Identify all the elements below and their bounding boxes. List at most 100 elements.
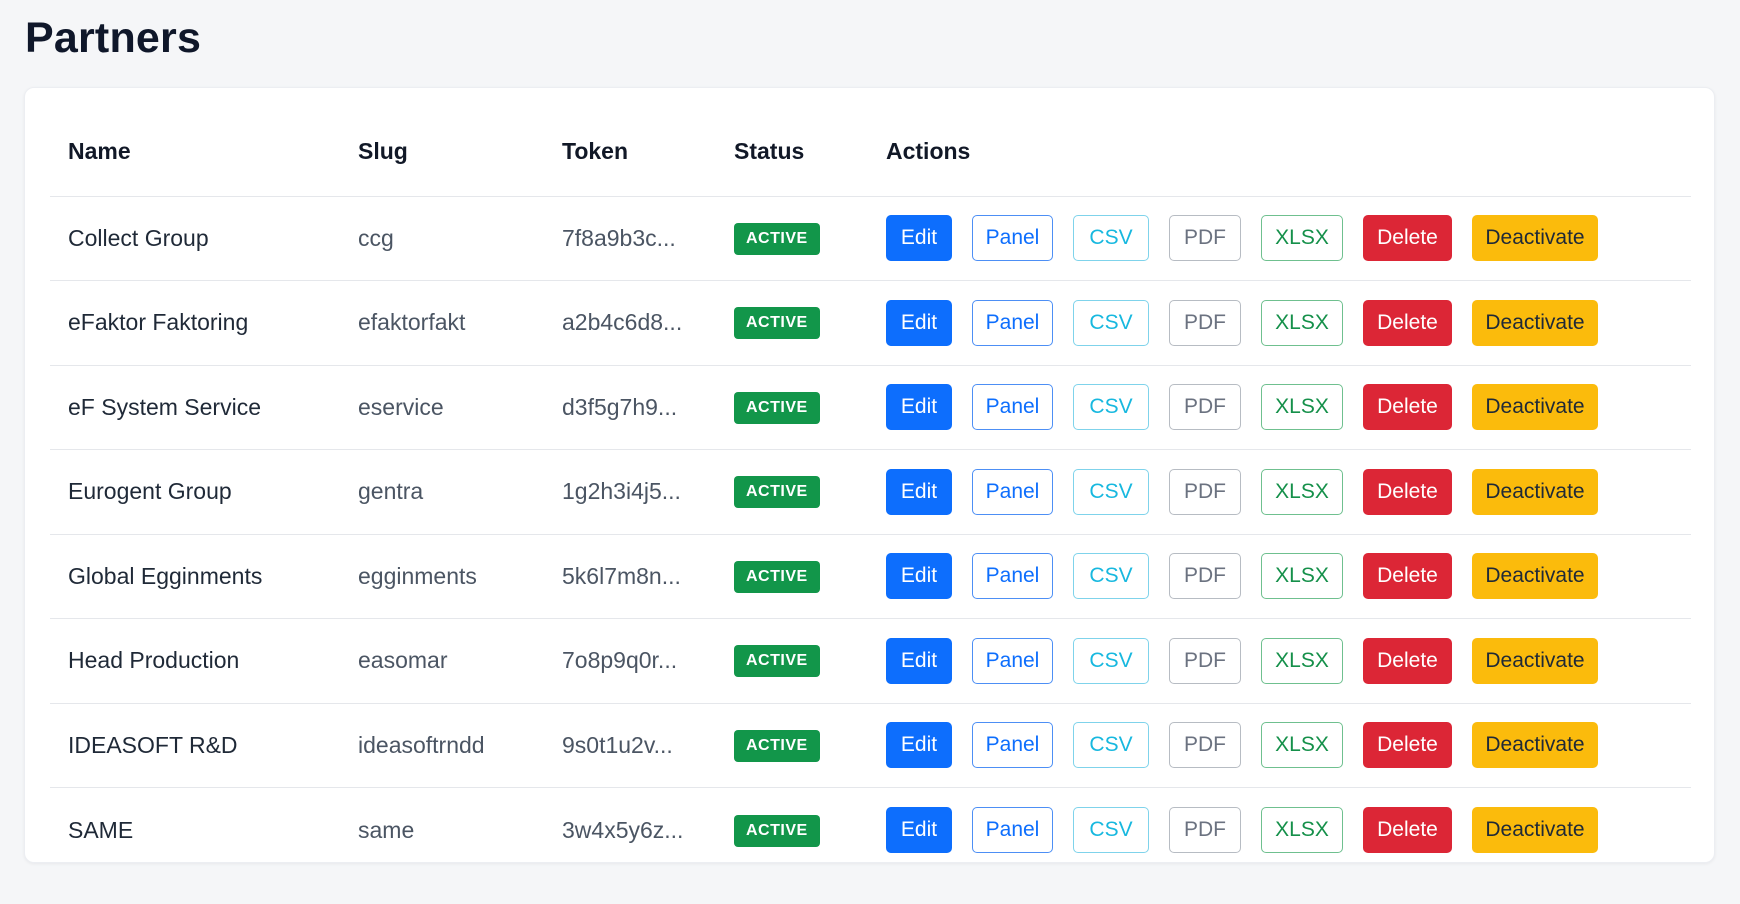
delete-button[interactable]: Delete xyxy=(1363,468,1452,515)
delete-button[interactable]: Delete xyxy=(1363,215,1452,262)
partner-name: SAME xyxy=(68,816,134,843)
delete-button[interactable]: Delete xyxy=(1363,299,1452,346)
partner-actions-cell: Edit Panel CSV PDF XLSX Delete Deactivat… xyxy=(868,534,1691,619)
xlsx-export-button[interactable]: XLSX xyxy=(1261,553,1343,600)
partner-status-cell: ACTIVE xyxy=(716,788,868,873)
partner-actions-cell: Edit Panel CSV PDF XLSX Delete Deactivat… xyxy=(868,788,1691,873)
panel-button[interactable]: Panel xyxy=(972,468,1053,515)
partner-name: eF System Service xyxy=(50,365,340,450)
partner-slug: easomar xyxy=(340,618,544,704)
partner-token: 9s0t1u2v... xyxy=(544,703,716,788)
xlsx-export-button[interactable]: XLSX xyxy=(1261,468,1343,515)
deactivate-button[interactable]: Deactivate xyxy=(1472,299,1598,346)
csv-export-button[interactable]: CSV xyxy=(1073,722,1149,769)
edit-button[interactable]: Edit xyxy=(886,722,952,769)
delete-button[interactable]: Delete xyxy=(1363,807,1452,853)
partner-slug: ideasoftrndd xyxy=(340,703,544,788)
table-row: SAME same 3w4x5y6z... ACTIVE Edit Panel … xyxy=(50,788,1691,873)
pdf-export-button[interactable]: PDF xyxy=(1169,553,1241,600)
partner-status-cell: ACTIVE xyxy=(716,449,868,535)
xlsx-export-button[interactable]: XLSX xyxy=(1261,637,1343,684)
partner-actions-cell: Edit Panel CSV PDF XLSX Delete Deactivat… xyxy=(868,196,1691,281)
pdf-export-button[interactable]: PDF xyxy=(1169,299,1241,346)
column-header-name[interactable]: Name xyxy=(50,138,340,197)
partner-actions-cell: Edit Panel CSV PDF XLSX Delete Deactivat… xyxy=(868,280,1691,366)
table-header: Name Slug Token Status Actions xyxy=(50,138,1691,197)
edit-button[interactable]: Edit xyxy=(886,384,952,431)
xlsx-export-button[interactable]: XLSX xyxy=(1261,384,1343,431)
panel-button[interactable]: Panel xyxy=(972,299,1053,346)
status-badge: ACTIVE xyxy=(734,391,820,424)
column-header-status[interactable]: Status xyxy=(716,138,868,197)
xlsx-export-button[interactable]: XLSX xyxy=(1261,807,1343,853)
deactivate-button[interactable]: Deactivate xyxy=(1472,215,1598,262)
table-row: eF System Service eservice d3f5g7h9... A… xyxy=(50,365,1691,450)
partner-slug: efaktorfakt xyxy=(340,280,544,366)
pdf-export-button[interactable]: PDF xyxy=(1169,722,1241,769)
deactivate-button[interactable]: Deactivate xyxy=(1472,637,1598,684)
status-badge: ACTIVE xyxy=(734,476,820,509)
pdf-export-button[interactable]: PDF xyxy=(1169,468,1241,515)
edit-button[interactable]: Edit xyxy=(886,637,952,684)
xlsx-export-button[interactable]: XLSX xyxy=(1261,722,1343,769)
partner-token: 7f8a9b3c... xyxy=(544,196,716,281)
panel-button[interactable]: Panel xyxy=(972,384,1053,431)
delete-button[interactable]: Delete xyxy=(1363,637,1452,684)
partner-actions-cell: Edit Panel CSV PDF XLSX Delete Deactivat… xyxy=(868,449,1691,535)
status-badge: ACTIVE xyxy=(734,560,820,593)
partner-token: d3f5g7h9... xyxy=(544,365,716,450)
csv-export-button[interactable]: CSV xyxy=(1073,807,1149,853)
csv-export-button[interactable]: CSV xyxy=(1073,637,1149,684)
csv-export-button[interactable]: CSV xyxy=(1073,384,1149,431)
edit-button[interactable]: Edit xyxy=(886,215,952,262)
row-actions: Edit Panel CSV PDF XLSX Delete Deactivat… xyxy=(886,807,1691,853)
deactivate-button[interactable]: Deactivate xyxy=(1472,722,1598,769)
status-badge: ACTIVE xyxy=(734,222,820,255)
partner-status-cell: ACTIVE xyxy=(716,280,868,366)
pdf-export-button[interactable]: PDF xyxy=(1169,384,1241,431)
edit-button[interactable]: Edit xyxy=(886,553,952,600)
table-row: IDEASOFT R&D ideasoftrndd 9s0t1u2v... AC… xyxy=(50,703,1691,788)
xlsx-export-button[interactable]: XLSX xyxy=(1261,299,1343,346)
partner-slug: ccg xyxy=(340,196,544,281)
status-badge: ACTIVE xyxy=(734,729,820,762)
partner-name: IDEASOFT R&D xyxy=(50,703,340,788)
partner-status-cell: ACTIVE xyxy=(716,534,868,619)
csv-export-button[interactable]: CSV xyxy=(1073,299,1149,346)
panel-button[interactable]: Panel xyxy=(972,807,1053,853)
pdf-export-button[interactable]: PDF xyxy=(1169,637,1241,684)
delete-button[interactable]: Delete xyxy=(1363,553,1452,600)
csv-export-button[interactable]: CSV xyxy=(1073,553,1149,600)
deactivate-button[interactable]: Deactivate xyxy=(1472,384,1598,431)
column-header-slug[interactable]: Slug xyxy=(340,138,544,197)
status-badge: ACTIVE xyxy=(734,645,820,678)
pdf-export-button[interactable]: PDF xyxy=(1169,215,1241,262)
csv-export-button[interactable]: CSV xyxy=(1073,468,1149,515)
deactivate-button[interactable]: Deactivate xyxy=(1472,468,1598,515)
edit-button[interactable]: Edit xyxy=(886,807,952,853)
panel-button[interactable]: Panel xyxy=(972,215,1053,262)
xlsx-export-button[interactable]: XLSX xyxy=(1261,215,1343,262)
csv-export-button[interactable]: CSV xyxy=(1073,215,1149,262)
edit-button[interactable]: Edit xyxy=(886,468,952,515)
deactivate-button[interactable]: Deactivate xyxy=(1472,553,1598,600)
row-actions: Edit Panel CSV PDF XLSX Delete Deactivat… xyxy=(886,553,1691,600)
partner-actions-cell: Edit Panel CSV PDF XLSX Delete Deactivat… xyxy=(868,703,1691,788)
partner-slug: eservice xyxy=(340,365,544,450)
partner-slug: same xyxy=(358,816,415,843)
partner-slug: egginments xyxy=(340,534,544,619)
column-header-actions: Actions xyxy=(868,138,1691,197)
deactivate-button[interactable]: Deactivate xyxy=(1472,807,1598,853)
pdf-export-button[interactable]: PDF xyxy=(1169,807,1241,853)
delete-button[interactable]: Delete xyxy=(1363,384,1452,431)
panel-button[interactable]: Panel xyxy=(972,637,1053,684)
partner-name: Eurogent Group xyxy=(50,449,340,535)
panel-button[interactable]: Panel xyxy=(972,722,1053,769)
edit-button[interactable]: Edit xyxy=(886,299,952,346)
partner-status-cell: ACTIVE xyxy=(716,703,868,788)
column-header-token[interactable]: Token xyxy=(544,138,716,197)
row-actions: Edit Panel CSV PDF XLSX Delete Deactivat… xyxy=(886,215,1691,262)
partner-token: 3w4x5y6z... xyxy=(562,816,684,843)
delete-button[interactable]: Delete xyxy=(1363,722,1452,769)
panel-button[interactable]: Panel xyxy=(972,553,1053,600)
